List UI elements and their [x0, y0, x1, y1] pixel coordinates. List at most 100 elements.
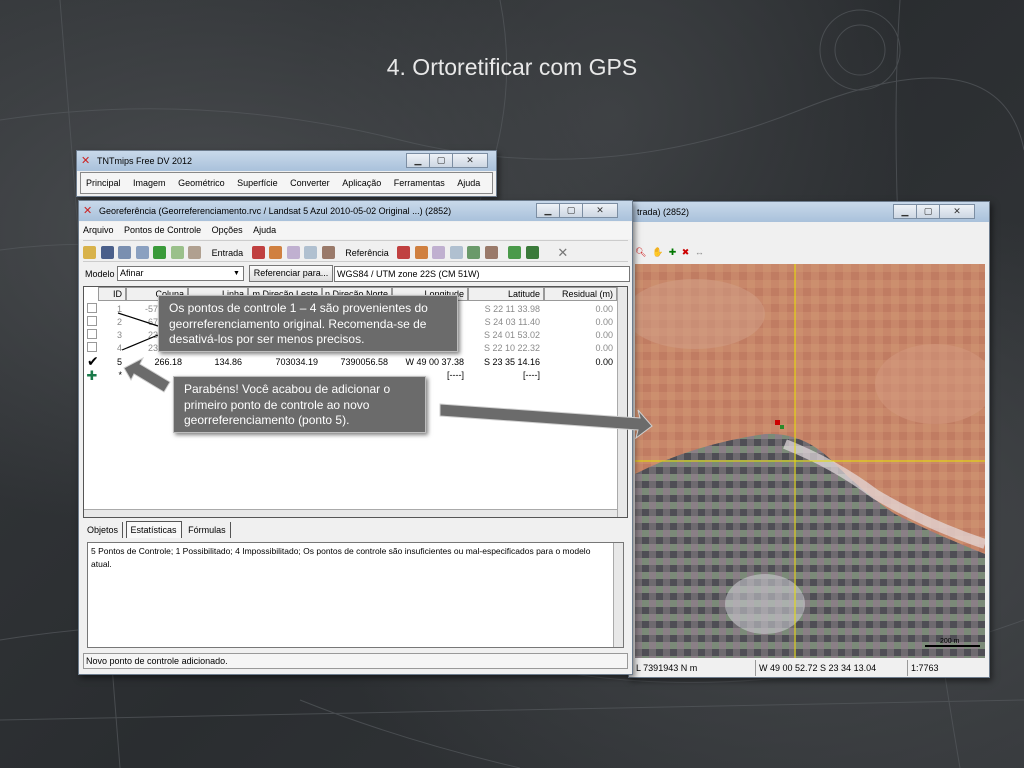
referencia-tool-2-icon[interactable] [414, 246, 428, 260]
tab-formulas[interactable]: Fórmulas [184, 522, 231, 538]
cell-residual: 0.00 [595, 343, 613, 353]
menu-ajuda[interactable]: Ajuda [249, 222, 280, 239]
cell-residual: 0.00 [595, 357, 613, 367]
callout-congrats-note: Parabéns! Você acabou de adicionar o pri… [173, 376, 426, 433]
tab-estatisticas[interactable]: Estatísticas [125, 521, 182, 538]
save-icon[interactable] [100, 246, 114, 260]
tntmips-app-icon: ✕ [81, 155, 91, 167]
view-status-north: L 7391943 N m [636, 663, 698, 673]
maximize-icon[interactable]: ▢ [916, 204, 940, 219]
open-folder-icon[interactable] [83, 246, 96, 260]
geo-menubar: Arquivo Pontos de Controle Opções Ajuda [79, 222, 632, 239]
row-checkbox[interactable] [87, 342, 97, 352]
cell-residual: 0.00 [595, 317, 613, 327]
model-select[interactable]: Afinar ▼ [117, 266, 244, 281]
menu-converter[interactable]: Converter [285, 173, 335, 193]
import-icon[interactable] [508, 246, 522, 260]
menu-imagem[interactable]: Imagem [128, 173, 171, 193]
menu-ajuda[interactable]: Ajuda [452, 173, 485, 193]
cell-coluna: -57 [144, 304, 158, 314]
view-title: trada) (2852) [637, 207, 690, 217]
geo-tabs: Objetos Estatísticas Fórmulas [83, 521, 231, 539]
col-residual[interactable]: Residual (m) [544, 287, 617, 301]
minimize-icon[interactable]: ▁ [893, 204, 917, 219]
minimize-icon[interactable]: ▁ [536, 203, 560, 218]
add-point-icon[interactable] [153, 246, 167, 260]
pan-icon[interactable]: ✋ [652, 242, 663, 262]
cell-linha: 134.86 [214, 357, 242, 367]
cell-id: 4 [116, 343, 122, 353]
referenciar-para-button[interactable]: Referenciar para... [249, 265, 333, 282]
menu-principal[interactable]: Principal [81, 173, 126, 193]
menu-superficie[interactable]: Superfície [232, 173, 283, 193]
referencia-tool-4-icon[interactable] [449, 246, 463, 260]
cell-longitude: W 49 00 37.38 [405, 357, 464, 367]
entrada-tool-5-icon[interactable] [321, 246, 335, 260]
zoom-icon[interactable]: 🔍︎ [635, 242, 646, 262]
geo-title: Georeferência (Georreferenciamento.rvc /… [99, 206, 452, 216]
cell-coluna: 23 [147, 330, 158, 340]
tag-icon[interactable] [484, 246, 498, 260]
close-icon[interactable]: ✕ [452, 153, 488, 168]
cell-latitude: S 22 11 33.98 [484, 304, 540, 314]
delete-icon[interactable]: ✕ [557, 242, 568, 264]
list-icon[interactable] [118, 246, 132, 260]
table-row[interactable]: ✔ 5 266.18 134.86 703034.19 7390056.58 W… [84, 356, 617, 369]
grid-icon[interactable] [467, 246, 481, 260]
add-row-icon[interactable]: ✚ [86, 369, 98, 382]
entrada-tool-1-icon[interactable] [251, 246, 265, 260]
add-point-icon[interactable]: ✚ [669, 242, 677, 262]
maximize-icon[interactable]: ▢ [559, 203, 583, 218]
tab-objetos[interactable]: Objetos [83, 522, 124, 538]
message-scrollbar[interactable] [613, 543, 623, 647]
row-checkbox[interactable] [87, 329, 97, 339]
menu-arquivo[interactable]: Arquivo [79, 222, 118, 239]
referencia-label: Referência [345, 247, 389, 258]
entrada-tool-4-icon[interactable] [304, 246, 318, 260]
hand-icon[interactable] [188, 246, 202, 260]
view-window: trada) (2852) ▁ ▢ ✕ 🔍︎ ✋ ✚ ✖ ↔ 200 m L 7… [628, 201, 990, 678]
close-icon[interactable]: ✕ [939, 204, 975, 219]
cell-latitude: S 24 03 11.40 [484, 317, 540, 327]
table-vertical-scrollbar[interactable] [617, 287, 627, 517]
menu-opcoes[interactable]: Opções [208, 222, 247, 239]
export-icon[interactable] [525, 246, 539, 260]
cell-residual: 0.00 [595, 330, 613, 340]
referencia-tool-3-icon[interactable] [432, 246, 446, 260]
model-label: Modelo [85, 269, 115, 279]
model-select-value: Afinar [120, 268, 144, 278]
menu-pontos-de-controle[interactable]: Pontos de Controle [120, 222, 205, 239]
measure-icon[interactable]: ↔ [695, 242, 704, 262]
crs-field[interactable]: WGS84 / UTM zone 22S (CM 51W) [334, 266, 630, 282]
accept-icon[interactable] [170, 246, 184, 260]
view-status-scale: 1:7763 [907, 660, 939, 676]
menu-geometrico[interactable]: Geométrico [173, 173, 230, 193]
view-toolbar: 🔍︎ ✋ ✚ ✖ ↔ [629, 242, 989, 262]
maximize-icon[interactable]: ▢ [429, 153, 453, 168]
cell-leste: 703034.19 [275, 357, 318, 367]
copy-icon[interactable] [135, 246, 149, 260]
main-window-controls: ▁ ▢ ✕ [406, 153, 488, 168]
entrada-tool-2-icon[interactable] [269, 246, 283, 260]
delete-point-icon[interactable]: ✖ [682, 242, 690, 262]
satellite-image[interactable]: 200 m [635, 264, 985, 658]
view-status-bar: L 7391943 N m W 49 00 52.72 S 23 34 13.0… [629, 660, 989, 676]
main-titlebar: ✕ TNTmips Free DV 2012 ▁ ▢ ✕ [77, 151, 496, 171]
row-checkbox[interactable] [87, 303, 97, 313]
col-latitude[interactable]: Latitude [468, 287, 544, 301]
geo-toolbar: Entrada Referência ✕ [83, 240, 628, 262]
view-status-coords: W 49 00 52.72 S 23 34 13.04 [755, 660, 876, 676]
georeference-window: ✕ Georeferência (Georreferenciamento.rvc… [78, 200, 633, 675]
cell-latitude: S 24 01 53.02 [483, 330, 540, 340]
close-icon[interactable]: ✕ [582, 203, 618, 218]
menu-aplicacao[interactable]: Aplicação [337, 173, 386, 193]
referencia-tool-1-icon[interactable] [397, 246, 411, 260]
menu-ferramentas[interactable]: Ferramentas [389, 173, 450, 193]
col-id[interactable]: ID [98, 287, 126, 301]
table-horizontal-scrollbar[interactable] [84, 509, 617, 517]
minimize-icon[interactable]: ▁ [406, 153, 430, 168]
row-checkbox[interactable] [87, 316, 97, 326]
checkmark-icon[interactable]: ✔ [87, 356, 97, 366]
cell-id: * [118, 370, 122, 380]
entrada-tool-3-icon[interactable] [286, 246, 300, 260]
